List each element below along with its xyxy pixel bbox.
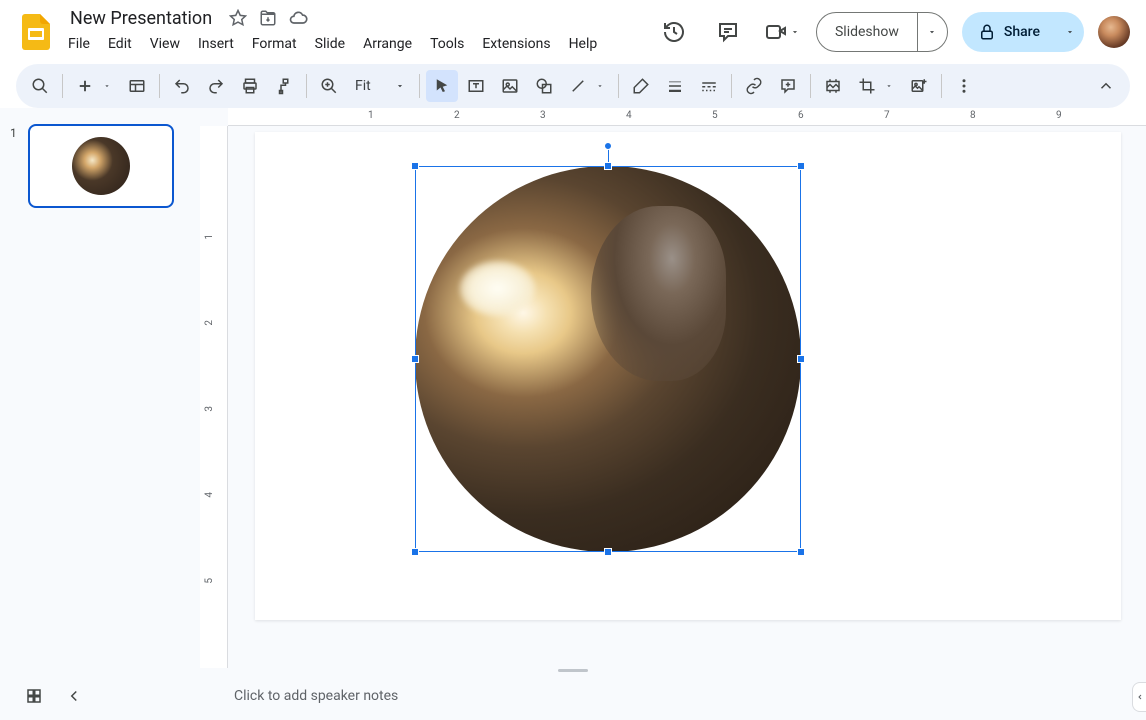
resize-handle-n[interactable] — [604, 162, 612, 170]
crop-dropdown[interactable] — [881, 82, 897, 90]
slides-logo[interactable] — [16, 12, 56, 52]
menu-format[interactable]: Format — [244, 32, 305, 56]
cloud-saved-icon[interactable] — [288, 8, 308, 28]
print-button[interactable] — [234, 70, 266, 102]
shape-button[interactable] — [528, 70, 560, 102]
slideshow-group: Slideshow — [816, 12, 948, 52]
more-button[interactable] — [948, 70, 980, 102]
resize-handle-nw[interactable] — [411, 162, 419, 170]
border-color-button[interactable] — [625, 70, 657, 102]
collapse-toolbar-button[interactable] — [1090, 70, 1122, 102]
select-tool[interactable] — [426, 70, 458, 102]
insert-comment-button[interactable] — [772, 70, 804, 102]
undo-button[interactable] — [166, 70, 198, 102]
vertical-ruler: 1 2 3 4 5 — [200, 126, 228, 668]
menu-file[interactable]: File — [60, 32, 98, 56]
star-icon[interactable] — [228, 8, 248, 28]
slide-thumbnail-1[interactable]: 1 — [10, 124, 190, 208]
selection-border — [415, 166, 801, 552]
crop-button[interactable] — [851, 70, 883, 102]
paint-format-button[interactable] — [268, 70, 300, 102]
reset-image-button[interactable] — [903, 70, 935, 102]
comments-icon[interactable] — [708, 12, 748, 52]
app-header: New Presentation File Edit View Insert F… — [0, 0, 1146, 56]
rotate-handle[interactable] — [604, 142, 612, 150]
speaker-notes-area: Click to add speaker notes — [0, 672, 1146, 720]
menu-insert[interactable]: Insert — [190, 32, 242, 56]
thumb-image — [72, 137, 130, 195]
slide-canvas[interactable] — [255, 132, 1121, 620]
history-icon[interactable] — [654, 12, 694, 52]
canvas-area[interactable]: 1 2 3 4 5 6 7 8 9 1 2 3 4 5 — [200, 108, 1146, 668]
menubar: File Edit View Insert Format Slide Arran… — [60, 30, 654, 58]
zoom-select[interactable]: Fit — [347, 74, 413, 98]
line-dropdown[interactable] — [592, 82, 608, 90]
textbox-button[interactable] — [460, 70, 492, 102]
layout-button[interactable] — [121, 70, 153, 102]
resize-handle-e[interactable] — [797, 355, 805, 363]
resize-handle-ne[interactable] — [797, 162, 805, 170]
new-slide-button[interactable] — [69, 70, 101, 102]
insert-image-button[interactable] — [494, 70, 526, 102]
slide-number: 1 — [10, 124, 22, 208]
menu-edit[interactable]: Edit — [100, 32, 140, 56]
border-weight-button[interactable] — [659, 70, 691, 102]
share-dropdown[interactable] — [1056, 12, 1084, 52]
toolbar: Fit — [16, 64, 1130, 108]
menu-extensions[interactable]: Extensions — [474, 32, 558, 56]
menu-slide[interactable]: Slide — [307, 32, 353, 56]
resize-handle-sw[interactable] — [411, 548, 419, 556]
meet-icon[interactable] — [762, 12, 802, 52]
menu-tools[interactable]: Tools — [422, 32, 472, 56]
main-area: 1 1 2 3 4 5 6 7 8 9 1 2 3 4 5 — [0, 108, 1146, 668]
search-menus-button[interactable] — [24, 70, 56, 102]
new-slide-dropdown[interactable] — [99, 82, 115, 90]
zoom-button[interactable] — [313, 70, 345, 102]
explore-tab[interactable] — [1132, 682, 1146, 712]
title-area: New Presentation File Edit View Insert F… — [64, 6, 654, 58]
border-dash-button[interactable] — [693, 70, 725, 102]
account-avatar[interactable] — [1098, 16, 1130, 48]
horizontal-ruler: 1 2 3 4 5 6 7 8 9 — [228, 108, 1146, 126]
share-button[interactable]: Share — [962, 12, 1056, 52]
slide-thumb — [28, 124, 174, 208]
slide-panel: 1 — [0, 108, 200, 668]
line-button[interactable] — [562, 70, 594, 102]
grid-view-button[interactable] — [14, 687, 54, 705]
redo-button[interactable] — [200, 70, 232, 102]
slideshow-dropdown[interactable] — [917, 13, 947, 51]
doc-title[interactable]: New Presentation — [64, 6, 218, 31]
collapse-panel-button[interactable] — [54, 687, 94, 705]
slideshow-button[interactable]: Slideshow — [817, 13, 917, 51]
share-label: Share — [1004, 24, 1040, 40]
move-icon[interactable] — [258, 8, 278, 28]
menu-help[interactable]: Help — [561, 32, 606, 56]
insert-link-button[interactable] — [738, 70, 770, 102]
mask-image-button[interactable] — [817, 70, 849, 102]
menu-view[interactable]: View — [142, 32, 188, 56]
selected-image[interactable] — [415, 166, 801, 552]
menu-arrange[interactable]: Arrange — [355, 32, 420, 56]
speaker-notes-input[interactable]: Click to add speaker notes — [94, 688, 1146, 704]
resize-handle-s[interactable] — [604, 548, 612, 556]
resize-handle-se[interactable] — [797, 548, 805, 556]
header-right: Slideshow Share — [654, 12, 1130, 52]
resize-handle-w[interactable] — [411, 355, 419, 363]
share-group: Share — [962, 12, 1084, 52]
